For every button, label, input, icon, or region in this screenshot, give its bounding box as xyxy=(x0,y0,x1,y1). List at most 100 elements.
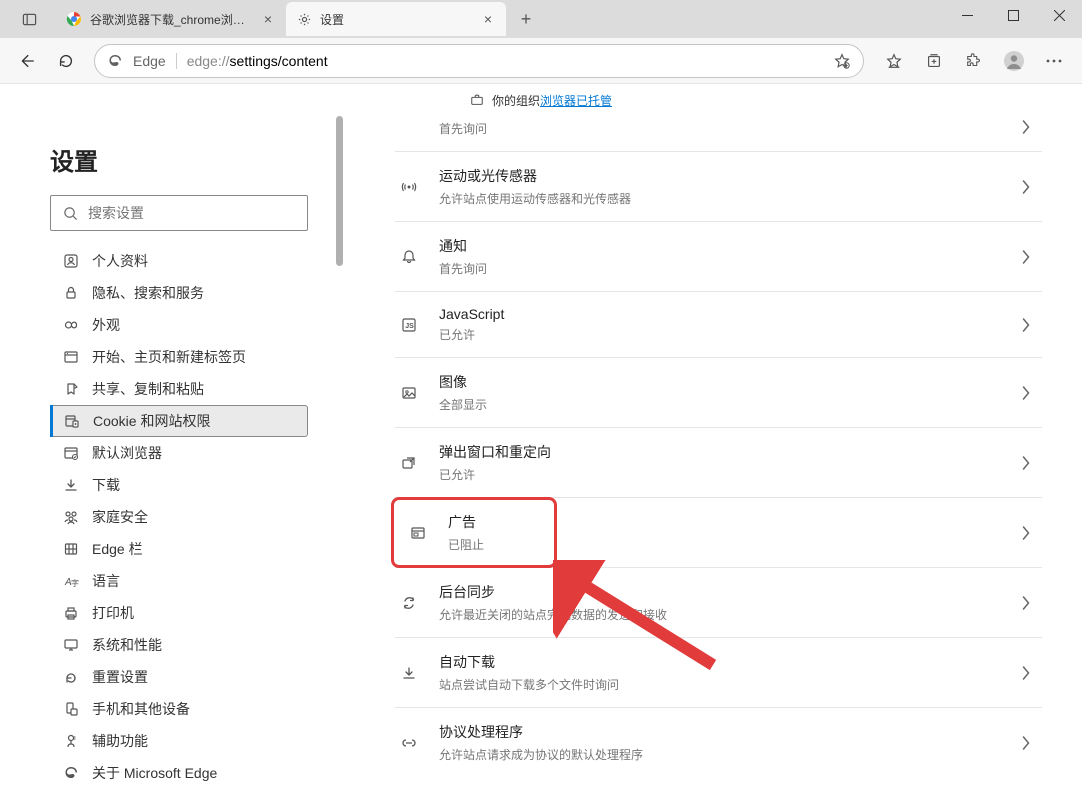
popup-icon xyxy=(399,453,419,473)
sync-icon xyxy=(399,593,419,613)
chevron-right-icon xyxy=(1022,120,1030,134)
sidebar-item-4[interactable]: 共享、复制和粘贴 xyxy=(50,373,308,405)
edge-icon xyxy=(107,53,123,69)
tab-inactive-0[interactable]: 谷歌浏览器下载_chrome浏览器 × xyxy=(56,2,286,36)
sidebar-icon xyxy=(62,732,80,750)
sidebar-icon xyxy=(62,700,80,718)
row-sub: 已允许 xyxy=(439,326,1002,343)
sidebar-item-label: 辅助功能 xyxy=(92,731,148,751)
settings-row-7[interactable]: 后台同步允许最近关闭的站点完成数据的发送和接收 xyxy=(395,567,1042,637)
back-button[interactable] xyxy=(8,43,44,79)
chevron-right-icon xyxy=(1022,456,1030,470)
toolbar: Edge edge://settings/content xyxy=(0,38,1082,84)
sidebar-item-6[interactable]: 默认浏览器 xyxy=(50,437,308,469)
sidebar-icon xyxy=(62,380,80,398)
row-sub: 首先询问 xyxy=(439,260,1002,277)
settings-row-4[interactable]: 图像全部显示 xyxy=(395,357,1042,427)
sidebar-item-label: 隐私、搜索和服务 xyxy=(92,283,204,303)
window-controls xyxy=(944,0,1082,32)
svg-text:字: 字 xyxy=(71,578,79,588)
chrome-favicon xyxy=(66,11,82,27)
chevron-right-icon xyxy=(1022,666,1030,680)
sidebar-icon xyxy=(62,444,80,462)
sidebar-icon xyxy=(62,764,80,782)
row-sub: 允许最近关闭的站点完成数据的发送和接收 xyxy=(439,606,1002,623)
profile-button[interactable] xyxy=(994,43,1034,79)
sidebar-item-8[interactable]: 家庭安全 xyxy=(50,501,308,533)
sidebar-item-label: Cookie 和网站权限 xyxy=(93,411,210,431)
row-title: 自动下载 xyxy=(439,652,1002,672)
row-sub: 允许站点请求成为协议的默认处理程序 xyxy=(439,746,1002,763)
settings-row-1[interactable]: 运动或光传感器允许站点使用运动传感器和光传感器 xyxy=(395,151,1042,221)
favorites-button[interactable] xyxy=(874,43,914,79)
row-sub: 允许站点使用运动传感器和光传感器 xyxy=(439,190,1002,207)
edge-label: Edge xyxy=(133,53,177,69)
settings-search[interactable] xyxy=(50,195,308,231)
tab-actions-icon xyxy=(22,12,37,27)
sidebar-icon xyxy=(62,508,80,526)
settings-row-2[interactable]: 通知首先询问 xyxy=(395,221,1042,291)
sidebar-item-10[interactable]: A字语言 xyxy=(50,565,308,597)
sidebar-item-12[interactable]: 系统和性能 xyxy=(50,629,308,661)
sidebar-item-0[interactable]: 个人资料 xyxy=(50,245,308,277)
settings-row-0[interactable]: 首先询问 xyxy=(395,116,1042,151)
minimize-button[interactable] xyxy=(944,0,990,30)
blank-icon xyxy=(399,117,419,137)
sidebar-item-3[interactable]: 开始、主页和新建标签页 xyxy=(50,341,308,373)
managed-link[interactable]: 浏览器已托管 xyxy=(540,94,612,108)
row-title: 弹出窗口和重定向 xyxy=(439,442,1002,462)
sidebar-item-5[interactable]: Cookie 和网站权限 xyxy=(50,405,308,437)
tab-actions-button[interactable] xyxy=(8,3,50,35)
tab-label: 谷歌浏览器下载_chrome浏览器 xyxy=(90,11,252,28)
new-tab-button[interactable]: + xyxy=(512,5,540,33)
sidebar-item-label: 关于 Microsoft Edge xyxy=(92,763,217,783)
tab-active-1[interactable]: 设置 × xyxy=(286,2,506,36)
close-icon[interactable]: × xyxy=(260,11,276,27)
row-sub: 站点尝试自动下载多个文件时询问 xyxy=(439,676,1002,693)
ads-icon xyxy=(408,523,428,543)
sidebar-item-label: 开始、主页和新建标签页 xyxy=(92,347,246,367)
refresh-button[interactable] xyxy=(48,43,84,79)
chevron-right-icon xyxy=(1022,596,1030,610)
menu-button[interactable] xyxy=(1034,43,1074,79)
sidebar-item-label: 外观 xyxy=(92,315,120,335)
extensions-button[interactable] xyxy=(954,43,994,79)
maximize-button[interactable] xyxy=(990,0,1036,30)
titlebar: 谷歌浏览器下载_chrome浏览器 × 设置 × + xyxy=(0,0,1082,38)
sidebar-item-label: 共享、复制和粘贴 xyxy=(92,379,204,399)
sidebar-icon xyxy=(62,668,80,686)
sidebar-scrollbar[interactable] xyxy=(333,116,345,786)
favorite-button[interactable] xyxy=(833,52,851,70)
sidebar-item-15[interactable]: 辅助功能 xyxy=(50,725,308,757)
row-title: 运动或光传感器 xyxy=(439,166,1002,186)
sidebar-item-label: 打印机 xyxy=(92,603,134,623)
url-text: edge://settings/content xyxy=(187,53,328,69)
settings-row-8[interactable]: 自动下载站点尝试自动下载多个文件时询问 xyxy=(395,637,1042,707)
chevron-right-icon xyxy=(1022,180,1030,194)
sidebar-item-13[interactable]: 重置设置 xyxy=(50,661,308,693)
chevron-right-icon xyxy=(1022,386,1030,400)
settings-row-5[interactable]: 弹出窗口和重定向已允许 xyxy=(395,427,1042,497)
settings-row-ads[interactable]: 广告已阻止 xyxy=(391,497,557,568)
sidebar-item-11[interactable]: 打印机 xyxy=(50,597,308,629)
sidebar-item-2[interactable]: 外观 xyxy=(50,309,308,341)
sidebar-icon xyxy=(62,284,80,302)
close-icon[interactable]: × xyxy=(480,11,496,27)
sidebar-item-9[interactable]: Edge 栏 xyxy=(50,533,308,565)
sidebar-item-label: 系统和性能 xyxy=(92,635,162,655)
row-sub: 已阻止 xyxy=(448,536,544,553)
sidebar-item-7[interactable]: 下载 xyxy=(50,469,308,501)
sidebar-item-label: Edge 栏 xyxy=(92,539,143,559)
settings-row-9[interactable]: 协议处理程序允许站点请求成为协议的默认处理程序 xyxy=(395,707,1042,777)
settings-row-3[interactable]: JSJavaScript已允许 xyxy=(395,291,1042,357)
close-window-button[interactable] xyxy=(1036,0,1082,30)
sidebar-item-1[interactable]: 隐私、搜索和服务 xyxy=(50,277,308,309)
search-input[interactable] xyxy=(88,205,295,221)
collections-button[interactable] xyxy=(914,43,954,79)
sensor-icon xyxy=(399,177,419,197)
row-title: 协议处理程序 xyxy=(439,722,1002,742)
chevron-right-icon xyxy=(1022,250,1030,264)
sidebar-item-16[interactable]: 关于 Microsoft Edge xyxy=(50,757,308,786)
sidebar-item-14[interactable]: 手机和其他设备 xyxy=(50,693,308,725)
addressbar[interactable]: Edge edge://settings/content xyxy=(94,44,864,78)
